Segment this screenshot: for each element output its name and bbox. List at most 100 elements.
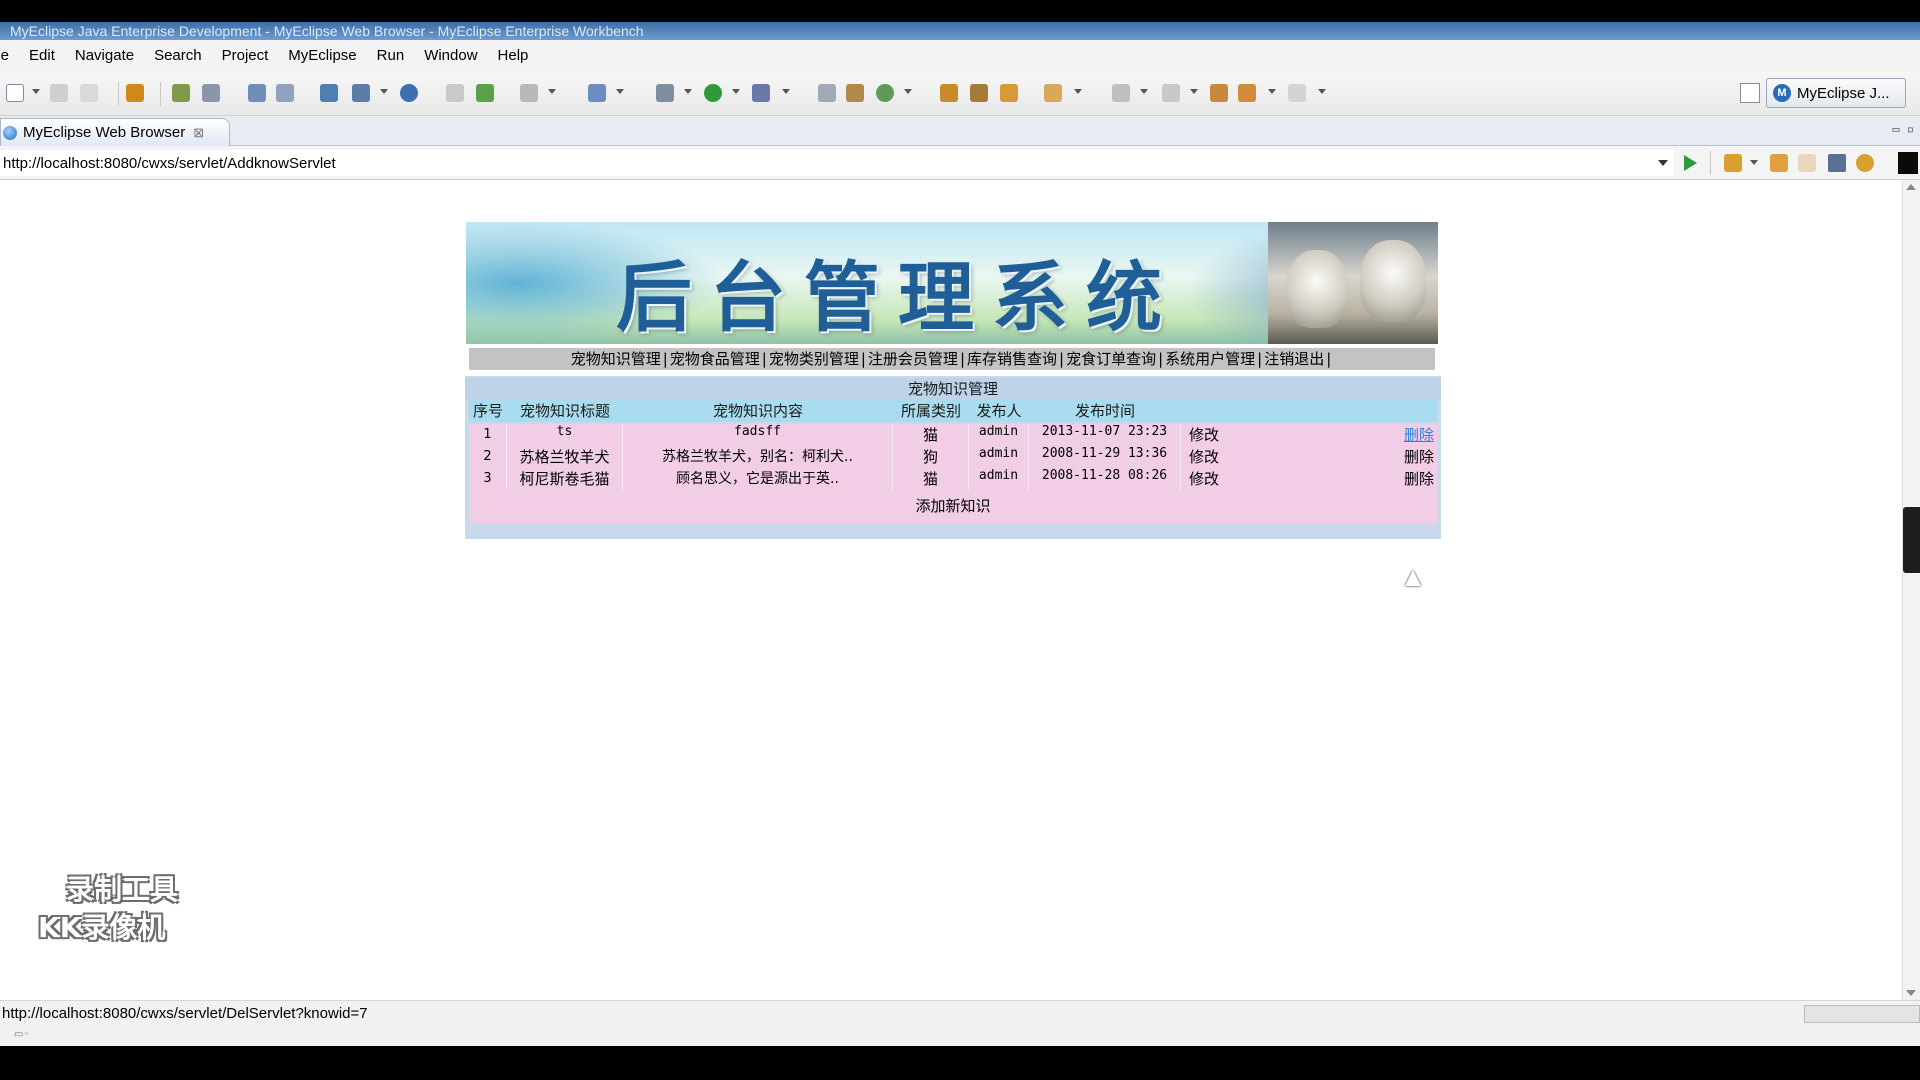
screen-icon[interactable] — [520, 84, 538, 102]
next-annotation-dropdown-icon[interactable] — [1140, 89, 1148, 94]
task-dropdown-icon[interactable] — [1074, 89, 1082, 94]
cat-image — [1286, 250, 1348, 328]
vertical-scrollbar[interactable] — [1902, 180, 1920, 1000]
export-icon[interactable] — [352, 84, 370, 102]
table-header: 序号 宠物知识标题 宠物知识内容 所属类别 发布人 发布时间 — [469, 400, 1437, 422]
run-dropdown-icon[interactable] — [732, 89, 740, 94]
view-dark-icon[interactable] — [1898, 152, 1918, 174]
nav-members[interactable]: 注册会员管理 — [868, 350, 958, 368]
back-icon[interactable] — [1238, 84, 1256, 102]
deploy-icon[interactable] — [172, 84, 190, 102]
menu-window[interactable]: Window — [414, 40, 487, 72]
tab-myeclipse-web-browser[interactable]: MyEclipse Web Browser ⊠ — [0, 118, 230, 146]
url-history-dropdown-icon[interactable] — [1658, 160, 1668, 166]
nav-system-users[interactable]: 系统用户管理 — [1165, 350, 1255, 368]
nav-orders[interactable]: 宠食订单查询 — [1066, 350, 1156, 368]
nav-separator: | — [1257, 350, 1263, 368]
edit-icon[interactable] — [970, 84, 988, 102]
external-tools-icon[interactable] — [752, 84, 770, 102]
add-knowledge-link[interactable]: 添加新知识 — [469, 490, 1437, 523]
minimize-maximize-icon[interactable]: ▭ ▫ — [1892, 122, 1914, 136]
debug-icon[interactable] — [276, 84, 294, 102]
edit-link[interactable]: 修改 — [1189, 446, 1219, 467]
browser-forward-icon[interactable] — [1798, 154, 1816, 172]
new-package-icon[interactable] — [846, 84, 864, 102]
new-element-icon[interactable] — [876, 84, 894, 102]
last-edit-icon[interactable] — [1210, 84, 1228, 102]
column-header-category: 所属类别 — [900, 402, 961, 420]
menu-project[interactable]: Project — [212, 40, 279, 72]
open-folder-icon[interactable] — [446, 84, 464, 102]
back-dropdown-icon[interactable] — [1268, 89, 1276, 94]
menu-search[interactable]: Search — [144, 40, 212, 72]
delete-link[interactable]: 删除 — [1404, 446, 1434, 467]
browser-back-icon[interactable] — [1770, 154, 1788, 172]
url-input[interactable] — [0, 150, 1674, 176]
open-type-dropdown-icon[interactable] — [616, 89, 624, 94]
nav-logout[interactable]: 注销退出 — [1264, 350, 1324, 368]
edit-link[interactable]: 修改 — [1189, 468, 1219, 489]
close-tab-icon[interactable]: ⊠ — [193, 125, 204, 141]
build-icon[interactable] — [248, 84, 266, 102]
prev-annotation-dropdown-icon[interactable] — [1190, 89, 1198, 94]
wizard-icon[interactable] — [320, 84, 338, 102]
editor-tab-strip: MyEclipse Web Browser ⊠ ▭ ▫ — [0, 116, 1920, 146]
nav-inventory[interactable]: 库存销售查询 — [967, 350, 1057, 368]
menu-file[interactable]: ile — [0, 40, 19, 72]
go-icon[interactable] — [1684, 155, 1697, 171]
prev-annotation-icon[interactable] — [1162, 84, 1180, 102]
server-icon[interactable] — [202, 84, 220, 102]
scroll-up-icon[interactable] — [1906, 184, 1916, 190]
new-class-icon[interactable] — [818, 84, 836, 102]
scroll-down-icon[interactable] — [1906, 990, 1916, 996]
nav-pet-knowledge[interactable]: 宠物知识管理 — [571, 350, 661, 368]
open-type-icon[interactable] — [588, 84, 606, 102]
cell-time: 2008-11-29 13:36 — [1029, 446, 1181, 468]
export-dropdown-icon[interactable] — [380, 89, 388, 94]
open-project-icon[interactable] — [940, 84, 958, 102]
delete-link[interactable]: 删除 — [1404, 424, 1434, 445]
search-folder-icon[interactable] — [1000, 84, 1018, 102]
nav-pet-category[interactable]: 宠物类别管理 — [769, 350, 859, 368]
external-dropdown-icon[interactable] — [782, 89, 790, 94]
menu-bar: ile Edit Navigate Search Project MyEclip… — [0, 40, 1920, 72]
save-all-icon[interactable] — [80, 84, 98, 102]
next-annotation-icon[interactable] — [1112, 84, 1130, 102]
favorites-icon[interactable] — [1724, 154, 1742, 172]
menu-myeclipse[interactable]: MyEclipse — [278, 40, 366, 72]
status-indicator-icon: ▭◦ — [14, 1029, 30, 1040]
new-file-icon[interactable] — [6, 84, 24, 102]
myeclipse-logo-icon: M — [1773, 84, 1791, 102]
forward-dropdown-icon[interactable] — [1318, 89, 1326, 94]
task-icon[interactable] — [1044, 84, 1062, 102]
open-perspective-icon[interactable] — [1740, 83, 1760, 103]
globe-icon[interactable] — [400, 84, 418, 102]
main-toolbar: M MyEclipse J... — [0, 72, 1920, 116]
side-panel-handle[interactable] — [1903, 507, 1920, 573]
new-dropdown-icon[interactable] — [32, 89, 40, 94]
debug-dropdown-icon[interactable] — [684, 89, 692, 94]
perspective-switcher[interactable]: M MyEclipse J... — [1766, 78, 1906, 108]
menu-run[interactable]: Run — [367, 40, 415, 72]
run-icon[interactable] — [704, 84, 722, 102]
forward-icon[interactable] — [1288, 84, 1306, 102]
delete-link[interactable]: 删除 — [1404, 468, 1434, 489]
menu-help[interactable]: Help — [488, 40, 539, 72]
table-row: 3 柯尼斯卷毛猫 顾名思义，它是源出于英.. 猫 admin 2008-11-2… — [469, 468, 1437, 490]
edit-link[interactable]: 修改 — [1189, 424, 1219, 445]
column-header-no: 序号 — [472, 402, 503, 420]
cell-no: 1 — [469, 424, 507, 446]
new-element-dropdown-icon[interactable] — [904, 89, 912, 94]
cell-content: 苏格兰牧羊犬，别名：柯利犬.. — [623, 446, 893, 468]
save-icon[interactable] — [50, 84, 68, 102]
refresh-page-icon[interactable] — [1856, 154, 1874, 172]
screen-dropdown-icon[interactable] — [548, 89, 556, 94]
package-icon[interactable] — [126, 84, 144, 102]
refresh-icon[interactable] — [476, 84, 494, 102]
menu-edit[interactable]: Edit — [19, 40, 65, 72]
menu-navigate[interactable]: Navigate — [65, 40, 144, 72]
favorites-dropdown-icon[interactable] — [1750, 160, 1758, 165]
stop-icon[interactable] — [1828, 154, 1846, 172]
debug-run-icon[interactable] — [656, 84, 674, 102]
nav-pet-food[interactable]: 宠物食品管理 — [670, 350, 760, 368]
